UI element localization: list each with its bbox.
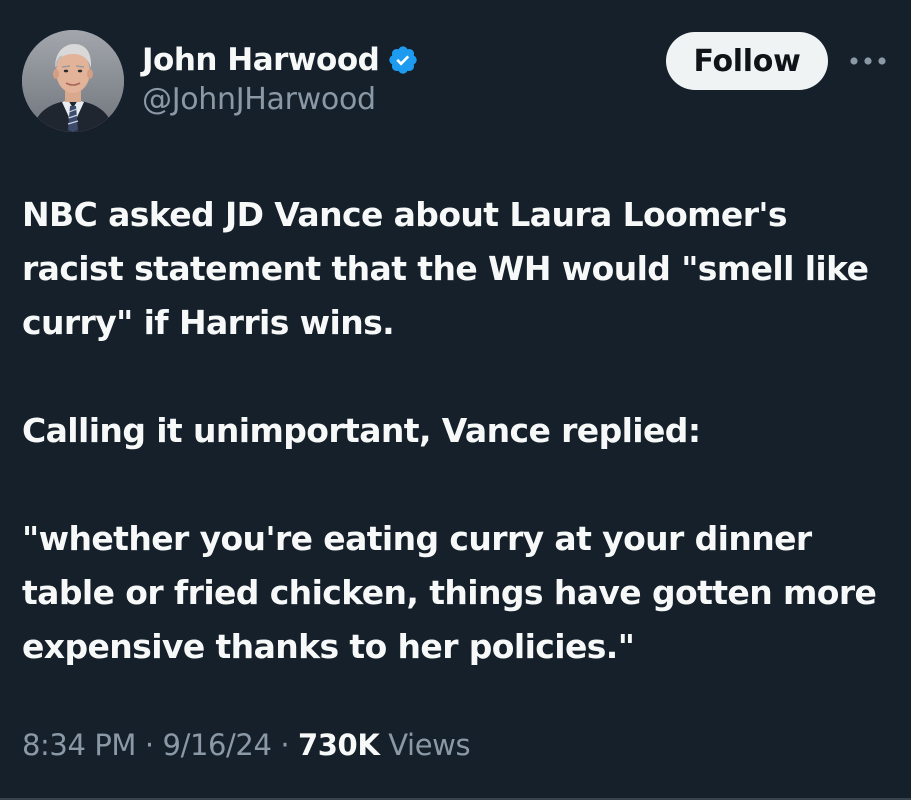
views-count[interactable]: 730K	[298, 728, 380, 762]
author-name-row[interactable]: John Harwood	[142, 38, 419, 82]
more-horizontal-icon	[850, 57, 886, 65]
tweet-text: NBC asked JD Vance about Laura Loomer's …	[22, 188, 892, 674]
tweet-card: John Harwood @JohnJHarwood Follow NBC as…	[0, 0, 911, 800]
tweet-time[interactable]: 8:34 PM	[22, 728, 136, 762]
meta-separator: ·	[271, 728, 298, 762]
avatar-photo-icon	[22, 30, 124, 132]
tweet-metadata: 8:34 PM · 9/16/24 · 730K Views	[22, 728, 471, 762]
views-label: Views	[379, 728, 471, 762]
meta-separator: ·	[136, 728, 163, 762]
tweet-paragraph: NBC asked JD Vance about Laura Loomer's …	[22, 195, 869, 342]
verified-badge-icon[interactable]	[387, 44, 419, 76]
tweet-paragraph: "whether you're eating curry at your din…	[22, 519, 877, 666]
tweet-date[interactable]: 9/16/24	[163, 728, 272, 762]
author-handle[interactable]: @JohnJHarwood	[142, 82, 376, 117]
more-options-button[interactable]	[846, 46, 890, 76]
tweet-paragraph: Calling it unimportant, Vance replied:	[22, 411, 701, 450]
follow-button[interactable]: Follow	[666, 32, 828, 90]
avatar[interactable]	[22, 30, 124, 132]
author-display-name[interactable]: John Harwood	[142, 42, 380, 78]
